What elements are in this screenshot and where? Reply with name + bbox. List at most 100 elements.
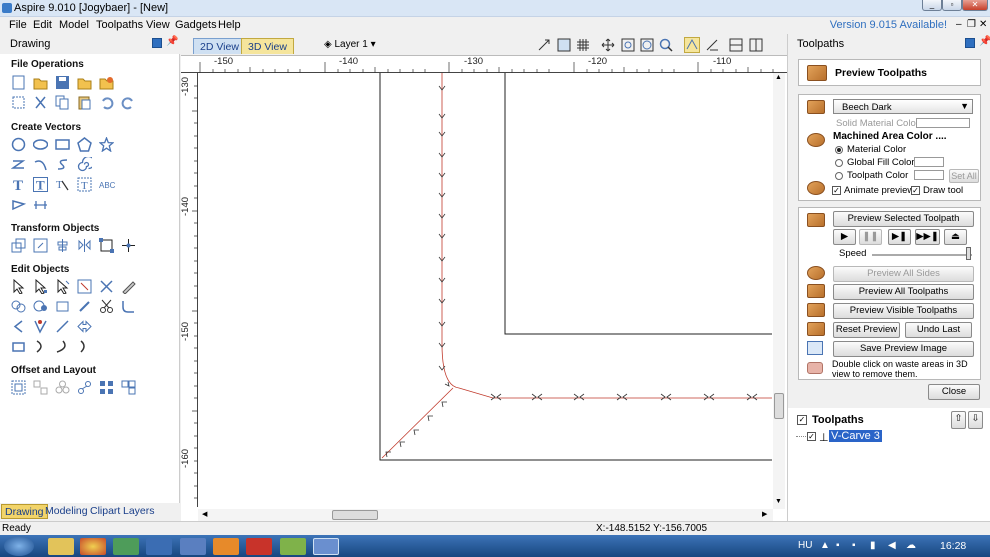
- import-icon[interactable]: [77, 75, 92, 90]
- cloud-icon[interactable]: ☁: [906, 540, 916, 551]
- text-icon[interactable]: T: [11, 177, 26, 192]
- offset-arrow-icon[interactable]: [77, 319, 92, 334]
- vertical-scrollbar[interactable]: ▲ ▼: [773, 73, 785, 509]
- toolpath-color-swatch[interactable]: [914, 170, 944, 180]
- scroll-right-icon[interactable]: ▶: [762, 510, 767, 518]
- undo-icon[interactable]: [99, 95, 114, 110]
- notepad-taskbar-icon[interactable]: [280, 538, 306, 555]
- circular-array-icon[interactable]: [77, 380, 92, 395]
- vlc-taskbar-icon[interactable]: [213, 538, 239, 555]
- material-dropdown[interactable]: Beech Dark ▼: [833, 99, 973, 114]
- close-vectors-icon[interactable]: [11, 339, 26, 354]
- menu-model[interactable]: Model: [59, 19, 89, 31]
- solid-color-swatch[interactable]: [916, 118, 970, 128]
- explorer-taskbar-icon[interactable]: [48, 538, 74, 555]
- measure-icon[interactable]: [705, 38, 719, 52]
- tile-horizontal-icon[interactable]: [729, 38, 743, 52]
- network-icon[interactable]: ▮: [870, 540, 876, 551]
- preview-selected-toolpath-button[interactable]: Preview Selected Toolpath: [833, 211, 974, 227]
- tab-drawing[interactable]: Drawing: [1, 504, 48, 519]
- auto-layout-text-icon[interactable]: T: [77, 177, 92, 192]
- close-window-button[interactable]: ✕: [962, 0, 988, 11]
- smooth-icon[interactable]: [33, 339, 48, 354]
- pause-button[interactable]: ❚❚: [859, 229, 882, 245]
- save-preview-image-button[interactable]: Save Preview Image: [833, 341, 974, 357]
- minimize-button[interactable]: _: [922, 0, 942, 11]
- toolpath-item-checkbox[interactable]: ✓: [807, 432, 816, 441]
- move-icon[interactable]: [11, 238, 26, 253]
- redo-icon[interactable]: [121, 95, 136, 110]
- move-up-button[interactable]: ⇧: [951, 411, 966, 429]
- save-taskbar-icon[interactable]: [180, 538, 206, 555]
- reset-preview-button[interactable]: Reset Preview: [833, 322, 900, 338]
- speed-slider-track[interactable]: [872, 254, 972, 256]
- horizontal-scrollbar[interactable]: ◀ ▶: [198, 509, 773, 521]
- active-app-taskbar-icon[interactable]: [313, 538, 339, 555]
- block-copy-icon[interactable]: [99, 380, 114, 395]
- undo-last-button[interactable]: Undo Last: [905, 322, 972, 338]
- trim-icon[interactable]: [99, 279, 114, 294]
- clock[interactable]: 16:28: [940, 540, 966, 552]
- skip-to-end-button[interactable]: ⏏: [944, 229, 967, 245]
- snap-icon[interactable]: [537, 38, 551, 52]
- word-taskbar-icon[interactable]: [146, 538, 172, 555]
- pin-icon[interactable]: 📌: [166, 36, 178, 47]
- pan-icon[interactable]: [601, 38, 615, 52]
- center-icon[interactable]: [121, 238, 136, 253]
- tray-app-icon[interactable]: ▪: [836, 540, 840, 551]
- text-box-icon[interactable]: T: [33, 177, 48, 192]
- menu-file[interactable]: File: [9, 19, 27, 31]
- start-button[interactable]: [4, 536, 34, 556]
- node-edit-icon[interactable]: [33, 279, 48, 294]
- tab-3d-view[interactable]: 3D View: [241, 38, 294, 54]
- select-all-icon[interactable]: [11, 95, 26, 110]
- layer-dropdown[interactable]: ◈ Layer 1 ▾: [324, 39, 376, 50]
- select-arrow-icon[interactable]: [11, 279, 26, 294]
- interactive-trim-icon[interactable]: [77, 279, 92, 294]
- text-on-curve-icon[interactable]: T: [55, 177, 70, 192]
- app-taskbar-icon[interactable]: [113, 538, 139, 555]
- volume-icon[interactable]: ◀: [888, 540, 896, 551]
- animate-preview-checkbox[interactable]: ✓: [832, 186, 841, 195]
- version-notice[interactable]: Version 9.015 Available!: [830, 19, 947, 31]
- curve-fit-icon[interactable]: [55, 339, 70, 354]
- close-preview-button[interactable]: Close: [928, 384, 980, 400]
- menu-gadgets[interactable]: Gadgets: [175, 19, 217, 31]
- toolpath-color-radio[interactable]: [835, 172, 843, 180]
- menu-help[interactable]: Help: [218, 19, 241, 31]
- grid-icon[interactable]: [576, 38, 590, 52]
- arc-icon[interactable]: [33, 157, 48, 172]
- polyline-icon[interactable]: [11, 157, 26, 172]
- cut-icon[interactable]: [33, 95, 48, 110]
- transform-select-icon[interactable]: [55, 279, 70, 294]
- panel-dock-icon[interactable]: [965, 38, 975, 48]
- pin-icon[interactable]: 📌: [979, 36, 990, 47]
- set-all-button[interactable]: Set All: [949, 169, 979, 183]
- mdi-close-button[interactable]: ✕: [979, 19, 987, 30]
- menu-view[interactable]: View: [146, 19, 170, 31]
- draw-tool-checkbox[interactable]: ✓: [911, 186, 920, 195]
- subtract-icon[interactable]: [33, 299, 48, 314]
- language-indicator[interactable]: HU: [798, 540, 812, 551]
- toolpath-visibility-icon[interactable]: [684, 37, 700, 53]
- tab-clipart[interactable]: Clipart: [87, 504, 123, 519]
- menu-toolpaths[interactable]: Toolpaths: [96, 19, 143, 31]
- join-open-icon[interactable]: [77, 339, 92, 354]
- fast-forward-button[interactable]: ▶▶❚: [915, 229, 940, 245]
- align-icon[interactable]: [55, 238, 70, 253]
- intersect-icon[interactable]: [55, 299, 70, 314]
- toolpaths-visible-checkbox[interactable]: ✓: [797, 415, 807, 425]
- text-arc-icon[interactable]: ABC: [99, 177, 117, 192]
- chrome-taskbar-icon[interactable]: [80, 538, 106, 555]
- offset-icon[interactable]: [11, 380, 26, 395]
- size-icon[interactable]: [99, 238, 114, 253]
- scissors-icon[interactable]: [99, 299, 114, 314]
- save-icon[interactable]: [55, 75, 70, 90]
- step-forward-button[interactable]: ▶❚: [888, 229, 911, 245]
- mdi-restore-button[interactable]: ❐: [967, 19, 976, 30]
- join-icon[interactable]: [77, 299, 92, 314]
- tab-layers[interactable]: Layers: [120, 504, 158, 519]
- paste-icon[interactable]: [77, 95, 92, 110]
- toolpath-item-vcarve[interactable]: V-Carve 3: [829, 430, 882, 442]
- zoom-extents-icon[interactable]: [640, 38, 654, 52]
